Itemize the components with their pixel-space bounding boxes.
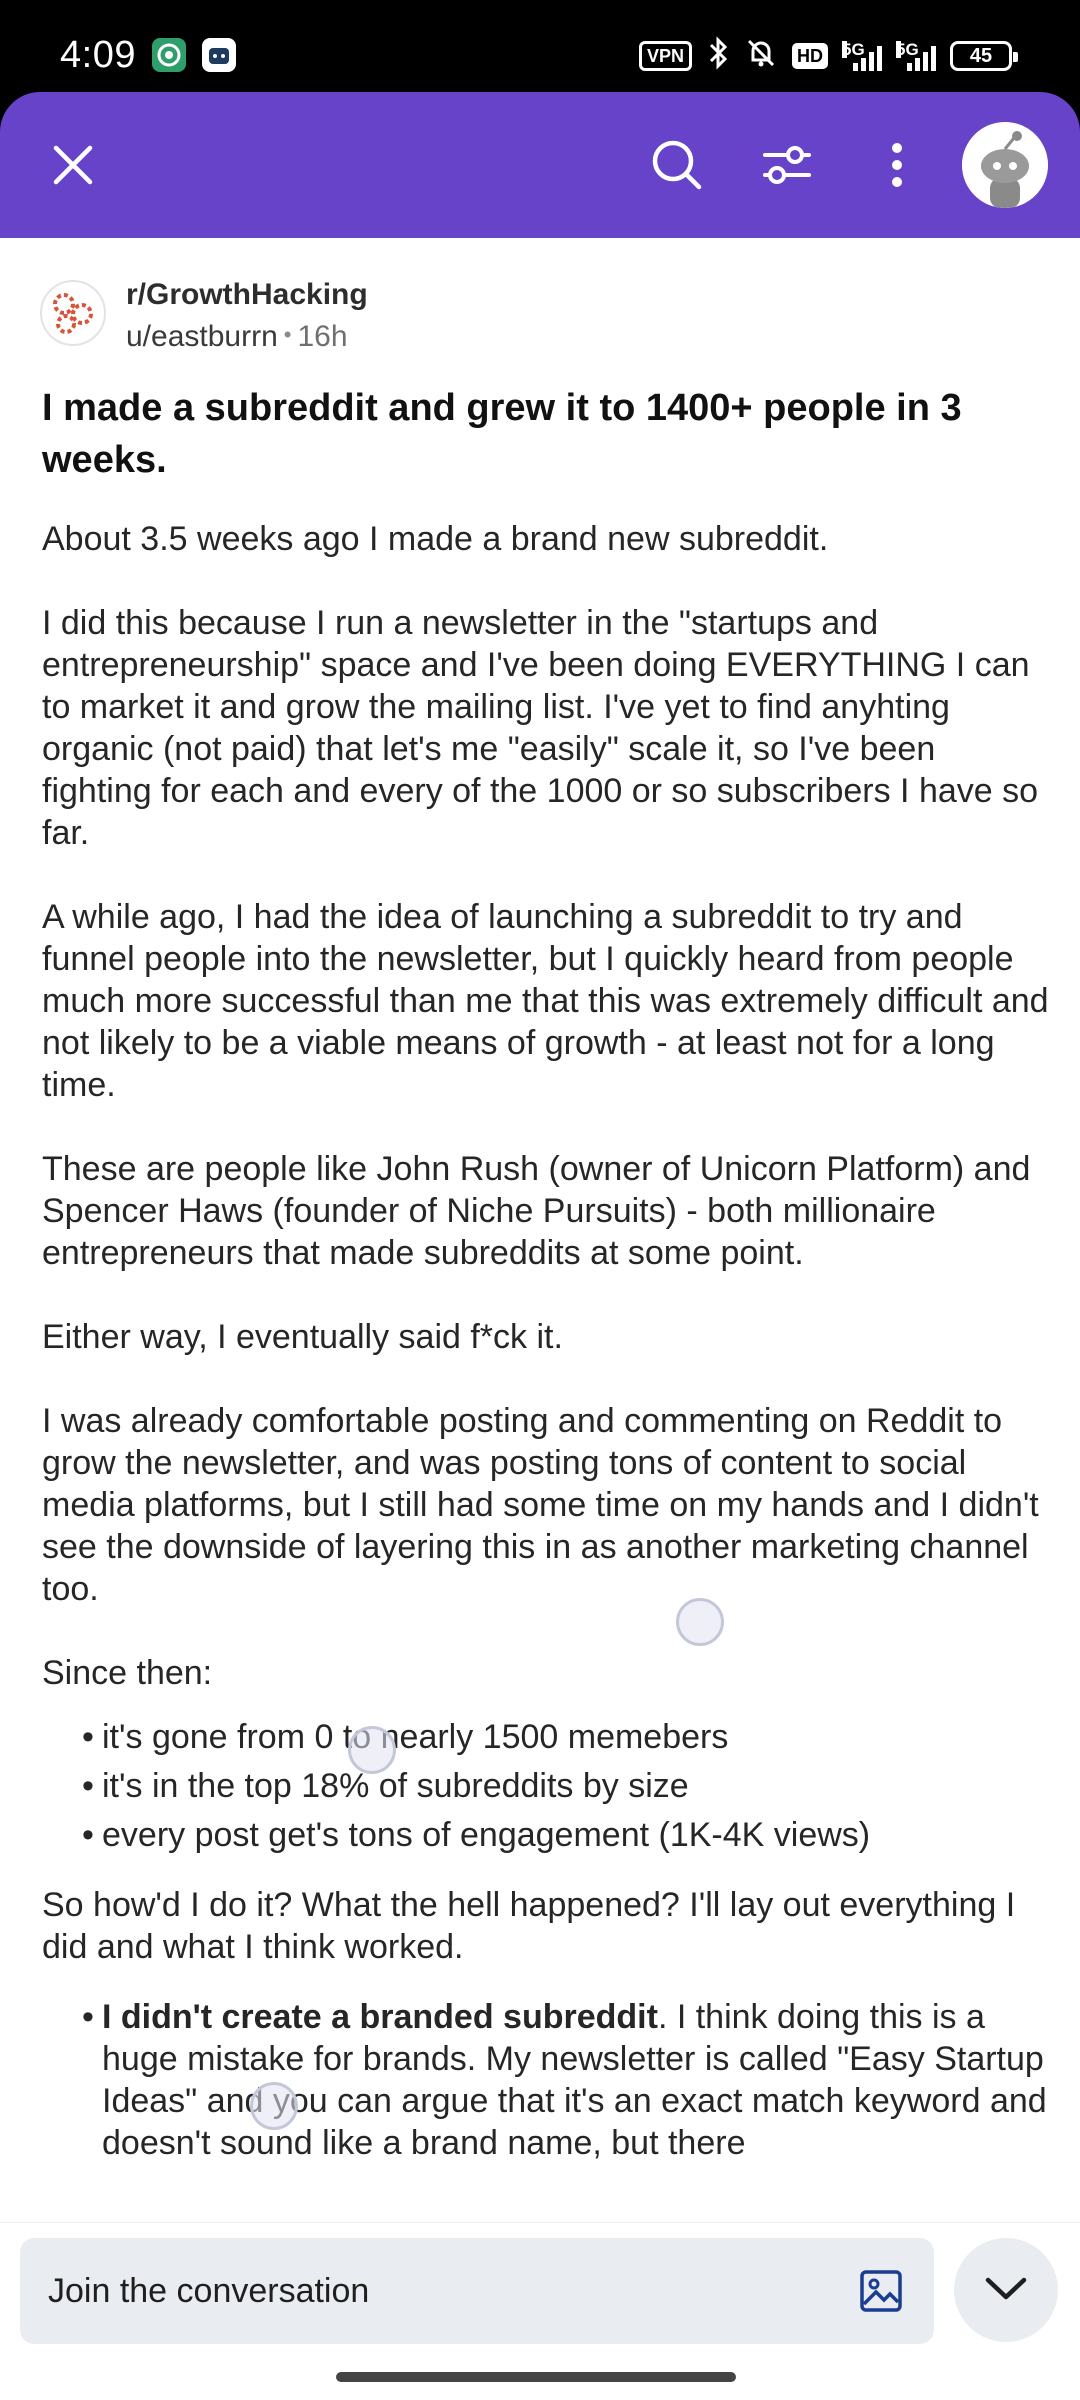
- close-button[interactable]: [38, 132, 108, 202]
- post-age: 16h: [297, 320, 348, 353]
- join-placeholder: Join the conversation: [48, 2271, 370, 2310]
- status-bar: 4:09 VPN HD 5G 5G 45: [0, 0, 1080, 92]
- list-item: I didn't create a branded subreddit. I t…: [42, 1996, 1052, 2164]
- app-notification-icon: [152, 38, 186, 72]
- close-icon: [50, 142, 96, 193]
- post-paragraph: So how'd I do it? What the hell happened…: [42, 1886, 1016, 1966]
- status-indicators: VPN HD 5G 5G 45: [638, 36, 1018, 75]
- author-line: u/eastburrn • 16h: [126, 320, 348, 354]
- sort-filter-icon: [759, 137, 815, 198]
- post-paragraph: About 3.5 weeks ago I made a brand new s…: [42, 520, 829, 558]
- app-header: [0, 92, 1080, 238]
- post-body: About 3.5 weeks ago I made a brand new s…: [42, 518, 1052, 2192]
- post-paragraph: I did this because I run a newsletter in…: [42, 604, 1039, 852]
- touch-indicator: [676, 1598, 724, 1646]
- cell-signal-icon: 5G: [842, 40, 882, 71]
- sort-filter-button[interactable]: [752, 132, 822, 202]
- tip-heading: I didn't create a branded subreddit: [102, 1998, 658, 2036]
- post-meta: r/GrowthHacking u/eastburrn • 16h: [40, 278, 1040, 358]
- status-time: 4:09: [60, 34, 136, 76]
- battery-indicator: 45: [950, 40, 1018, 71]
- user-avatar-button[interactable]: [962, 122, 1048, 208]
- add-image-icon[interactable]: [858, 2268, 904, 2314]
- app-notification-icon: [202, 38, 236, 72]
- more-vertical-icon: [887, 140, 907, 195]
- hd-badge: HD: [792, 42, 828, 69]
- reddit-snoo-avatar-icon: [962, 122, 1048, 208]
- author-name[interactable]: u/eastburrn: [126, 320, 278, 353]
- post-paragraph: A while ago, I had the idea of launching…: [42, 898, 1049, 1104]
- separator-dot: •: [283, 322, 292, 347]
- list-item: every post get's tons of engagement (1K-…: [42, 1814, 1052, 1856]
- tips-list: I didn't create a branded subreddit. I t…: [42, 1996, 1052, 2164]
- collapse-button[interactable]: [954, 2238, 1058, 2342]
- bluetooth-icon: [706, 36, 730, 75]
- search-icon: [649, 137, 705, 198]
- mute-bell-icon: [744, 36, 778, 75]
- search-button[interactable]: [642, 132, 712, 202]
- subreddit-icon[interactable]: [40, 280, 106, 346]
- results-list: it's gone from 0 to nearly 1500 memebers…: [42, 1716, 1052, 1856]
- home-indicator[interactable]: [336, 2372, 736, 2382]
- post-paragraph: Since then:: [42, 1654, 213, 1692]
- join-conversation-input[interactable]: Join the conversation: [20, 2238, 934, 2344]
- list-item: it's gone from 0 to nearly 1500 memebers: [42, 1716, 1052, 1758]
- touch-indicator: [250, 2082, 298, 2130]
- post-paragraph: Either way, I eventually said f*ck it.: [42, 1318, 563, 1356]
- more-options-button[interactable]: [862, 132, 932, 202]
- subreddit-name[interactable]: r/GrowthHacking: [126, 278, 368, 312]
- touch-indicator: [348, 1726, 396, 1774]
- cell-signal-icon: 5G: [896, 40, 936, 71]
- post-title: I made a subreddit and grew it to 1400+ …: [42, 387, 962, 481]
- vpn-badge: VPN: [638, 40, 692, 71]
- post-paragraph: These are people like John Rush (owner o…: [42, 1150, 1031, 1272]
- chevron-down-icon: [983, 2273, 1029, 2308]
- post-paragraph: I was already comfortable posting and co…: [42, 1402, 1039, 1608]
- list-item: it's in the top 18% of subreddits by siz…: [42, 1765, 1052, 1807]
